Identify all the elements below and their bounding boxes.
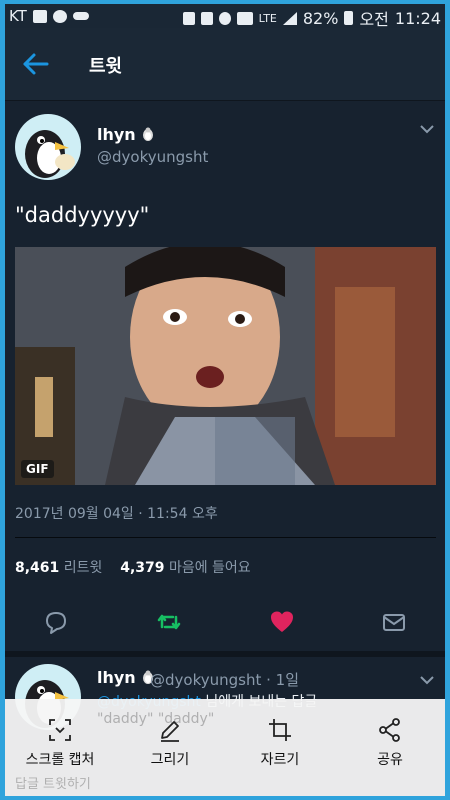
alarm-icon (218, 11, 231, 25)
signal-icon (282, 11, 297, 25)
reply-meta: @dyokyungsht · 1일 (150, 671, 299, 689)
ampm-label: 오전 (359, 10, 389, 29)
camera-icon (52, 9, 67, 23)
penguin-avatar-icon (25, 130, 75, 178)
battery-icon (344, 11, 354, 25)
reply-icon[interactable] (43, 609, 69, 635)
mute-icon (200, 11, 213, 25)
user-handle[interactable]: @dyokyungsht (97, 148, 208, 166)
reply-display-name[interactable]: lhyn (97, 668, 155, 687)
tweet-stats: 8,461 리트윗 4,379 마음에 들어요 (15, 557, 251, 577)
like-count[interactable]: 4,379 (120, 560, 164, 576)
chevron-down-icon[interactable] (419, 123, 435, 135)
clock: 11:24 (394, 8, 441, 28)
gif-media[interactable]: GIF (15, 247, 436, 485)
penguin-emoji-icon (143, 127, 154, 141)
pill-icon (72, 12, 89, 20)
display-name[interactable]: lhyn (97, 125, 155, 144)
tweet-timestamp: 2017년 09월 04일 · 11:54 오후 (15, 506, 218, 522)
header-bar: 트윗 (5, 28, 445, 101)
nfc-icon (182, 11, 195, 25)
image-icon (32, 9, 47, 23)
carrier-label: KT (9, 7, 27, 25)
scroll-capture-icon (49, 719, 71, 741)
avatar[interactable] (15, 114, 81, 180)
reply-hint-behind: 답글 트윗하기 (15, 777, 91, 792)
retweet-count[interactable]: 8,461 (15, 560, 59, 576)
tweet-text: "daddyyyyy" (15, 203, 150, 227)
like-label[interactable]: 마음에 들어요 (169, 560, 251, 576)
status-bar: KT LTE 82% 오전 11:24 (5, 4, 445, 29)
share-button[interactable]: 공유 (335, 717, 445, 769)
retweet-icon[interactable] (156, 609, 182, 635)
battery-percent: 82% (302, 8, 339, 28)
draw-button[interactable]: 그리기 (115, 717, 225, 769)
back-arrow-icon[interactable] (21, 50, 51, 78)
crop-button[interactable]: 자르기 (225, 717, 335, 769)
share-message-icon[interactable] (381, 609, 407, 635)
divider (15, 537, 436, 538)
chevron-down-icon[interactable] (419, 674, 435, 686)
capture-toolbar: "daddy" "daddy" 스크롤 캡처 그리기 자르기 공유 답글 트윗하… (5, 699, 445, 796)
network-label: LTE (258, 11, 277, 25)
action-bar (5, 601, 445, 647)
crop-icon (269, 719, 291, 741)
retweet-label[interactable]: 리트윗 (64, 560, 103, 576)
hd-icon (236, 11, 253, 25)
gif-badge: GIF (21, 460, 54, 478)
pencil-icon (161, 721, 179, 742)
app-frame: KT LTE 82% 오전 11:24 트윗 lhyn @dyokyungsht… (5, 4, 445, 796)
gif-thumbnail-image (15, 247, 436, 485)
page-title: 트윗 (89, 56, 123, 77)
share-icon (379, 718, 400, 742)
heart-icon[interactable] (269, 609, 295, 635)
scroll-capture-button[interactable]: 스크롤 캡처 (5, 717, 115, 769)
